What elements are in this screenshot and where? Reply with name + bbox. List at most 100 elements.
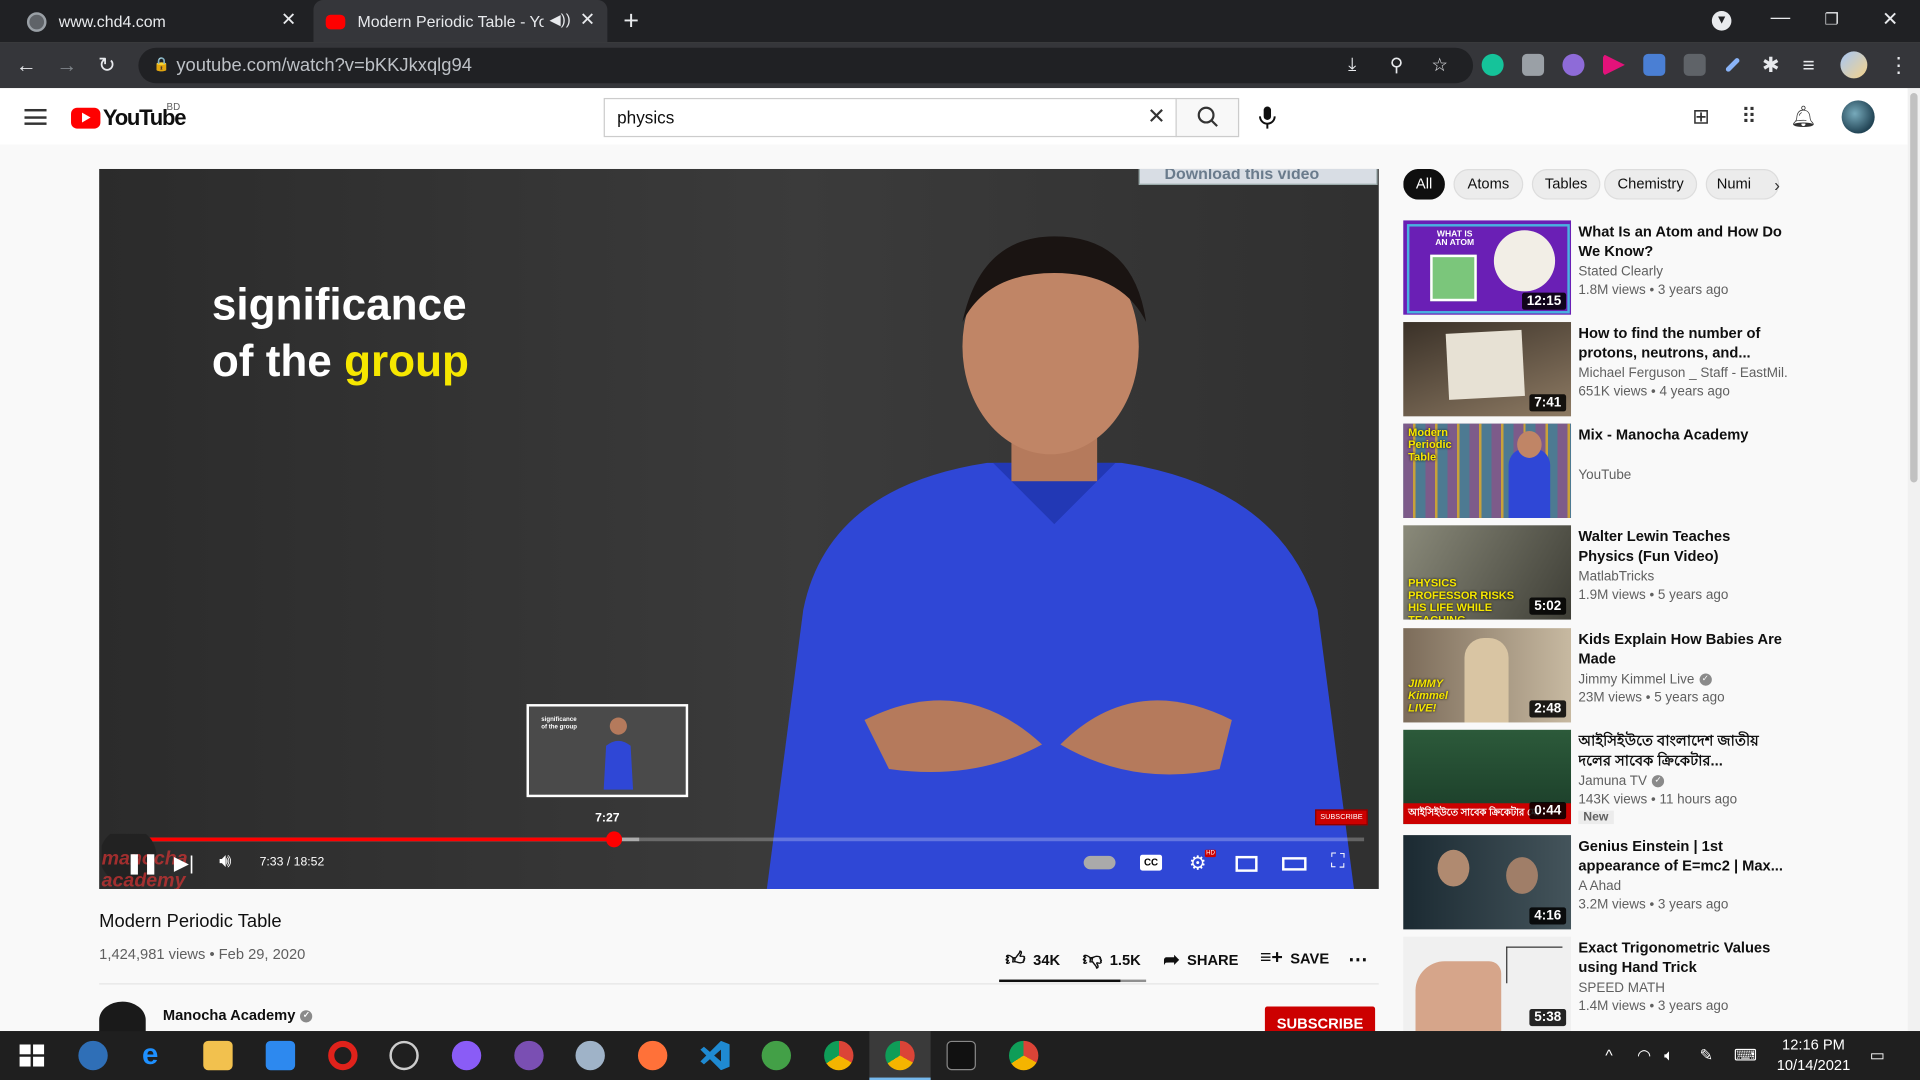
next-icon[interactable]: ▶| bbox=[174, 851, 194, 875]
more-actions-icon[interactable]: ⋯ bbox=[1348, 948, 1368, 972]
profile-avatar[interactable] bbox=[1840, 51, 1868, 79]
recommendation-item[interactable]: JIMMY Kimmel LIVE! 2:48 Kids Explain How… bbox=[1403, 628, 1868, 724]
channel-name-row[interactable]: Manocha Academy ✓ bbox=[163, 1007, 313, 1024]
preview-caption: significance of the group bbox=[541, 716, 577, 732]
pause-icon[interactable]: ❚❚ bbox=[126, 851, 159, 875]
forward-icon[interactable]: → bbox=[56, 54, 77, 78]
youtube-header: YouTube BD physics ✕ ⊞ ⠿ 🔔︎ bbox=[0, 88, 1908, 145]
vscode-icon[interactable] bbox=[700, 1040, 730, 1071]
chrome-canary-icon[interactable] bbox=[1008, 1040, 1039, 1071]
miniplayer-icon[interactable] bbox=[1235, 855, 1258, 872]
close-tab-icon[interactable]: ✕ bbox=[281, 10, 296, 31]
notifications-bell-icon[interactable]: 🔔︎ bbox=[1790, 105, 1816, 129]
captions-icon[interactable]: CC bbox=[1140, 854, 1163, 871]
volume-icon[interactable]: 🔊︎ bbox=[219, 851, 231, 873]
recommendation-item[interactable]: PHYSICS PROFESSOR RISKS HIS LIFE WHILE T… bbox=[1403, 525, 1868, 621]
video-player[interactable]: Download this video significance of the … bbox=[99, 168, 1379, 889]
system-clock[interactable]: 12:16 PM 10/14/2021 bbox=[1771, 1035, 1857, 1077]
recommendation-item[interactable]: 4:16 Genius Einstein | 1st appearance of… bbox=[1403, 835, 1868, 931]
account-avatar[interactable] bbox=[1841, 100, 1875, 134]
chevron-right-icon[interactable]: › bbox=[1774, 175, 1780, 195]
camera-icon[interactable] bbox=[1522, 53, 1545, 76]
chip-chemistry[interactable]: Chemistry bbox=[1604, 168, 1698, 200]
download-video-banner[interactable]: Download this video bbox=[1138, 168, 1378, 185]
pen-tray-icon[interactable]: ✎ bbox=[1700, 1046, 1713, 1066]
chrome-menu-icon[interactable]: ⋮ bbox=[1888, 54, 1909, 78]
share-button[interactable]: ➦ SHARE bbox=[1163, 948, 1238, 972]
dislike-button[interactable]: 👎︎ 1.5K bbox=[1082, 948, 1140, 971]
recommendation-item[interactable]: WHAT IS AN ATOM 12:15 What Is an Atom an… bbox=[1403, 220, 1868, 316]
chip-numi[interactable]: Numi bbox=[1705, 168, 1780, 200]
qbittorrent-icon[interactable] bbox=[78, 1040, 108, 1071]
extension-icon[interactable] bbox=[1683, 53, 1706, 76]
autoplay-toggle[interactable] bbox=[1083, 855, 1116, 870]
video-thumbnail: 4:16 bbox=[1403, 835, 1572, 930]
subscribe-watermark[interactable]: SUBSCRIBE bbox=[1315, 809, 1368, 826]
file-explorer-icon[interactable] bbox=[203, 1040, 233, 1071]
recommendation-item[interactable]: আইসিইউতে সাবেক ক্রিকেটার মো 0:44 আইসিইউত… bbox=[1403, 729, 1868, 826]
tab-search-icon[interactable]: ▼ bbox=[1711, 11, 1732, 31]
install-icon[interactable]: ⤓ bbox=[1348, 54, 1356, 75]
globe-app-icon[interactable] bbox=[761, 1040, 792, 1071]
chrome-icon[interactable] bbox=[824, 1040, 854, 1071]
opera-icon[interactable] bbox=[328, 1040, 358, 1071]
bookmark-star-icon[interactable]: ☆ bbox=[1431, 54, 1447, 76]
firefox-icon[interactable] bbox=[637, 1040, 668, 1071]
chevron-up-icon[interactable]: ^ bbox=[1605, 1046, 1612, 1064]
media-control-icon[interactable]: ≡ bbox=[1802, 54, 1814, 78]
chrome-icon[interactable] bbox=[885, 1040, 915, 1071]
windows-start-icon[interactable] bbox=[17, 1041, 46, 1070]
progress-bar[interactable] bbox=[113, 831, 1365, 848]
terminal-icon[interactable] bbox=[946, 1040, 976, 1071]
microphone-icon[interactable] bbox=[1256, 105, 1278, 129]
notifications-icon[interactable]: ▭ bbox=[1870, 1046, 1885, 1066]
save-button[interactable]: ≡+ SAVE bbox=[1260, 948, 1329, 970]
recommendation-item[interactable]: Modern Periodic Table Mix - Manocha Acad… bbox=[1403, 423, 1868, 520]
keyboard-icon[interactable]: ⌨ bbox=[1734, 1046, 1757, 1066]
zoom-icon[interactable]: ⚲ bbox=[1390, 54, 1403, 76]
extension-icon[interactable] bbox=[1562, 53, 1585, 76]
chip-tables[interactable]: Tables bbox=[1531, 168, 1601, 200]
scrubber-handle[interactable] bbox=[606, 831, 623, 848]
tab-youtube[interactable]: Modern Periodic Table - You ◀)) ✕ bbox=[313, 0, 608, 43]
chip-atoms[interactable]: Atoms bbox=[1453, 168, 1524, 200]
tab-chd4[interactable]: www.chd4.com ✕ bbox=[15, 0, 309, 43]
address-bar[interactable]: 🔒 youtube.com/watch?v=bKKJkxqlg94 ⤓ ⚲ ☆ bbox=[138, 47, 1474, 84]
wifi-icon[interactable]: ◠ bbox=[1637, 1046, 1651, 1066]
menu-icon[interactable] bbox=[24, 108, 47, 125]
download-extension-icon[interactable] bbox=[1643, 53, 1666, 76]
maximize-icon[interactable]: ❐ bbox=[1824, 10, 1838, 30]
fullscreen-icon[interactable]: ⛶ bbox=[1331, 851, 1345, 873]
clear-search-icon[interactable]: ✕ bbox=[1147, 104, 1165, 130]
close-tab-icon[interactable]: ✕ bbox=[580, 10, 595, 31]
github-icon[interactable] bbox=[514, 1040, 544, 1071]
reload-icon[interactable]: ↻ bbox=[98, 54, 115, 78]
minimize-icon[interactable]: — bbox=[1771, 7, 1791, 29]
subscribe-button[interactable]: SUBSCRIBE bbox=[1264, 1006, 1376, 1034]
app-icon[interactable] bbox=[575, 1040, 605, 1071]
create-video-icon[interactable]: ⊞ bbox=[1692, 105, 1709, 129]
search-input[interactable]: physics ✕ bbox=[603, 97, 1177, 138]
messenger-icon[interactable] bbox=[451, 1040, 482, 1071]
window-close-icon[interactable]: ✕ bbox=[1882, 7, 1898, 31]
like-button[interactable]: 👍︎ 34K bbox=[1005, 948, 1060, 971]
pen-icon[interactable] bbox=[1724, 57, 1741, 73]
apps-icon[interactable]: ⠿ bbox=[1741, 105, 1756, 129]
recommendation-item[interactable]: 7:41 How to find the number of protons, … bbox=[1403, 322, 1868, 418]
puzzle-icon[interactable]: ✱ bbox=[1762, 54, 1779, 78]
scrollbar-thumb[interactable] bbox=[1910, 93, 1918, 483]
recommendation-item[interactable]: 5:38 Exact Trigonometric Values using Ha… bbox=[1403, 936, 1868, 1033]
chip-all[interactable]: All bbox=[1403, 168, 1445, 200]
theater-mode-icon[interactable] bbox=[1282, 857, 1307, 871]
edge-icon[interactable]: e bbox=[142, 1040, 171, 1070]
search-button[interactable] bbox=[1175, 97, 1240, 138]
mail-icon[interactable] bbox=[265, 1040, 296, 1071]
speaker-icon[interactable]: ◀)) bbox=[550, 11, 571, 28]
grammarly-icon[interactable] bbox=[1481, 53, 1504, 76]
youtube-logo[interactable]: YouTube BD bbox=[71, 102, 187, 131]
play-extension-icon[interactable] bbox=[1602, 53, 1625, 76]
volume-tray-icon[interactable]: 🔈︎ bbox=[1664, 1046, 1674, 1066]
back-icon[interactable]: ← bbox=[16, 54, 37, 78]
new-tab-button[interactable]: + bbox=[623, 5, 639, 37]
satellite-icon[interactable] bbox=[389, 1040, 419, 1071]
